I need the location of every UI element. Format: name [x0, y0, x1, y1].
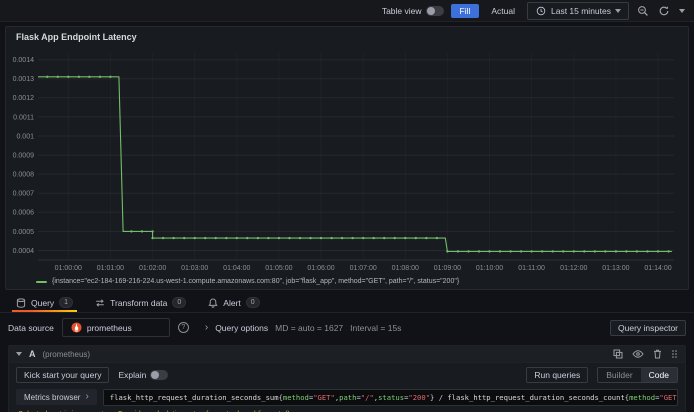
chevron-right-icon: › — [85, 391, 89, 402]
kick-start-button[interactable]: Kick start your query — [16, 367, 110, 383]
tab-alert[interactable]: Alert 0 — [200, 293, 267, 312]
chevron-down-icon — [615, 8, 621, 13]
chart-area[interactable]: 0.0004 0.0005 0.0006 0.0007 0.0008 0.0009 0.00… — [6, 45, 688, 277]
svg-text:01:06:00: 01:06:00 — [307, 265, 334, 272]
refresh-interval-button[interactable] — [678, 8, 686, 14]
datasource-picker[interactable]: prometheus — [61, 318, 170, 337]
editor-toolbar: Table view Fill Actual Last 15 minutes — [0, 0, 694, 22]
legend-series-label[interactable]: {instance="ec2-184-169-216-224.us-west-1… — [52, 278, 459, 285]
prometheus-icon — [71, 322, 82, 333]
clock-icon — [535, 5, 547, 17]
chart-legend: {instance="ec2-184-169-216-224.us-west-1… — [6, 277, 688, 285]
latency-panel: Flask App Endpoint Latency 0.0004 0.0005 0… — [5, 26, 689, 290]
tab-query-label: Query — [31, 297, 55, 308]
svg-text:0.0004: 0.0004 — [13, 248, 35, 255]
svg-text:01:04:00: 01:04:00 — [223, 265, 250, 272]
zoom-out-button[interactable] — [636, 4, 650, 18]
datasource-label: Data source — [8, 322, 54, 333]
svg-text:0.0013: 0.0013 — [13, 76, 35, 83]
svg-text:01:07:00: 01:07:00 — [350, 265, 377, 272]
svg-text:0.0009: 0.0009 — [13, 153, 35, 160]
metrics-browser-button[interactable]: Metrics browser › — [16, 389, 97, 405]
query-expression[interactable]: flask_http_request_duration_seconds_sum{… — [102, 389, 678, 406]
drag-handle-icon[interactable] — [671, 349, 678, 359]
svg-text:0.0006: 0.0006 — [13, 210, 35, 217]
query-card: A (prometheus) Kick start your query Exp… — [8, 345, 686, 412]
tab-transform-label: Transform data — [110, 297, 168, 308]
table-view-label: Table view — [381, 5, 422, 16]
svg-text:01:02:00: 01:02:00 — [139, 265, 166, 272]
svg-text:01:11:00: 01:11:00 — [518, 265, 545, 272]
svg-text:01:08:00: 01:08:00 — [392, 265, 419, 272]
refresh-button[interactable] — [657, 4, 671, 18]
query-options-interval-summary: Interval = 15s — [350, 322, 402, 333]
datasource-row: Data source prometheus ? › Query options… — [0, 313, 694, 342]
svg-text:01:00:00: 01:00:00 — [55, 265, 82, 272]
bell-icon — [208, 297, 218, 308]
tab-query[interactable]: Query 1 — [8, 293, 81, 312]
editor-tabs: Query 1 Transform data 0 Alert 0 — [0, 290, 694, 313]
table-view-toggle[interactable] — [425, 5, 444, 16]
svg-text:01:09:00: 01:09:00 — [434, 265, 461, 272]
chevron-down-icon — [679, 8, 685, 13]
query-options-toggle[interactable]: › Query options MD = auto = 1627 Interva… — [204, 321, 402, 333]
explain-toggle[interactable] — [150, 370, 169, 380]
help-icon[interactable]: ? — [177, 322, 189, 333]
table-view-control: Table view — [381, 5, 444, 16]
query-code-row: Metrics browser › flask_http_request_dur… — [9, 387, 685, 407]
legend-swatch — [36, 280, 47, 283]
query-options-label: Query options — [215, 322, 269, 333]
query-toolbar: Kick start your query Explain Run querie… — [9, 363, 685, 387]
eye-icon[interactable] — [632, 349, 644, 359]
panel-title[interactable]: Flask App Endpoint Latency — [6, 27, 688, 45]
svg-text:01:03:00: 01:03:00 — [181, 265, 208, 272]
tab-query-count: 1 — [59, 297, 74, 308]
trash-icon[interactable] — [653, 349, 662, 359]
tab-alert-count: 0 — [245, 297, 260, 308]
latency-chart[interactable]: 0.0004 0.0005 0.0006 0.0007 0.0008 0.0009 0.00… — [8, 45, 684, 275]
collapse-chevron-icon[interactable] — [16, 352, 22, 356]
builder-mode-button[interactable]: Builder — [598, 368, 640, 382]
time-range-label: Last 15 minutes — [550, 5, 611, 16]
editor-mode-switch: Builder Code — [597, 367, 678, 383]
query-inspector-button[interactable]: Query inspector — [610, 319, 686, 336]
query-header-row[interactable]: A (prometheus) — [9, 346, 685, 363]
zoom-out-icon — [638, 5, 648, 16]
svg-text:01:05:00: 01:05:00 — [265, 265, 292, 272]
svg-text:0.0011: 0.0011 — [13, 114, 34, 121]
database-icon — [16, 297, 26, 308]
explain-label: Explain — [118, 370, 147, 380]
actual-button[interactable]: Actual — [486, 4, 520, 18]
svg-text:0.0007: 0.0007 — [13, 191, 35, 198]
query-datasource-hint: (prometheus) — [42, 349, 91, 359]
svg-text:01:14:00: 01:14:00 — [644, 265, 671, 272]
explain-control: Explain — [118, 370, 169, 380]
refresh-icon — [659, 5, 669, 15]
code-mode-button[interactable]: Code — [640, 368, 677, 382]
duplicate-icon[interactable] — [613, 349, 623, 359]
query-warning: Selected metric is a counter. Consider c… — [9, 407, 685, 412]
svg-text:0.0012: 0.0012 — [13, 95, 35, 102]
metrics-browser-label: Metrics browser — [24, 392, 81, 402]
svg-text:01:13:00: 01:13:00 — [602, 265, 629, 272]
tab-transform[interactable]: Transform data 0 — [87, 293, 194, 312]
svg-text:0.0014: 0.0014 — [13, 57, 35, 64]
tab-transform-count: 0 — [172, 297, 187, 308]
query-ref-id: A — [29, 349, 36, 359]
svg-text:01:12:00: 01:12:00 — [560, 265, 587, 272]
svg-text:0.001: 0.001 — [16, 133, 34, 140]
fill-button[interactable]: Fill — [450, 3, 480, 18]
tab-alert-label: Alert — [223, 297, 241, 308]
transform-icon — [96, 298, 104, 307]
time-range-picker[interactable]: Last 15 minutes — [526, 1, 629, 20]
svg-text:0.0008: 0.0008 — [13, 172, 35, 179]
query-header-actions — [613, 349, 678, 359]
chevron-right-icon: › — [204, 321, 209, 333]
svg-text:01:01:00: 01:01:00 — [97, 265, 124, 272]
datasource-name: prometheus — [86, 322, 132, 333]
query-options-md-summary: MD = auto = 1627 — [275, 322, 344, 333]
svg-text:01:10:00: 01:10:00 — [476, 265, 503, 272]
svg-text:0.0005: 0.0005 — [13, 229, 35, 236]
run-queries-button[interactable]: Run queries — [526, 367, 589, 383]
